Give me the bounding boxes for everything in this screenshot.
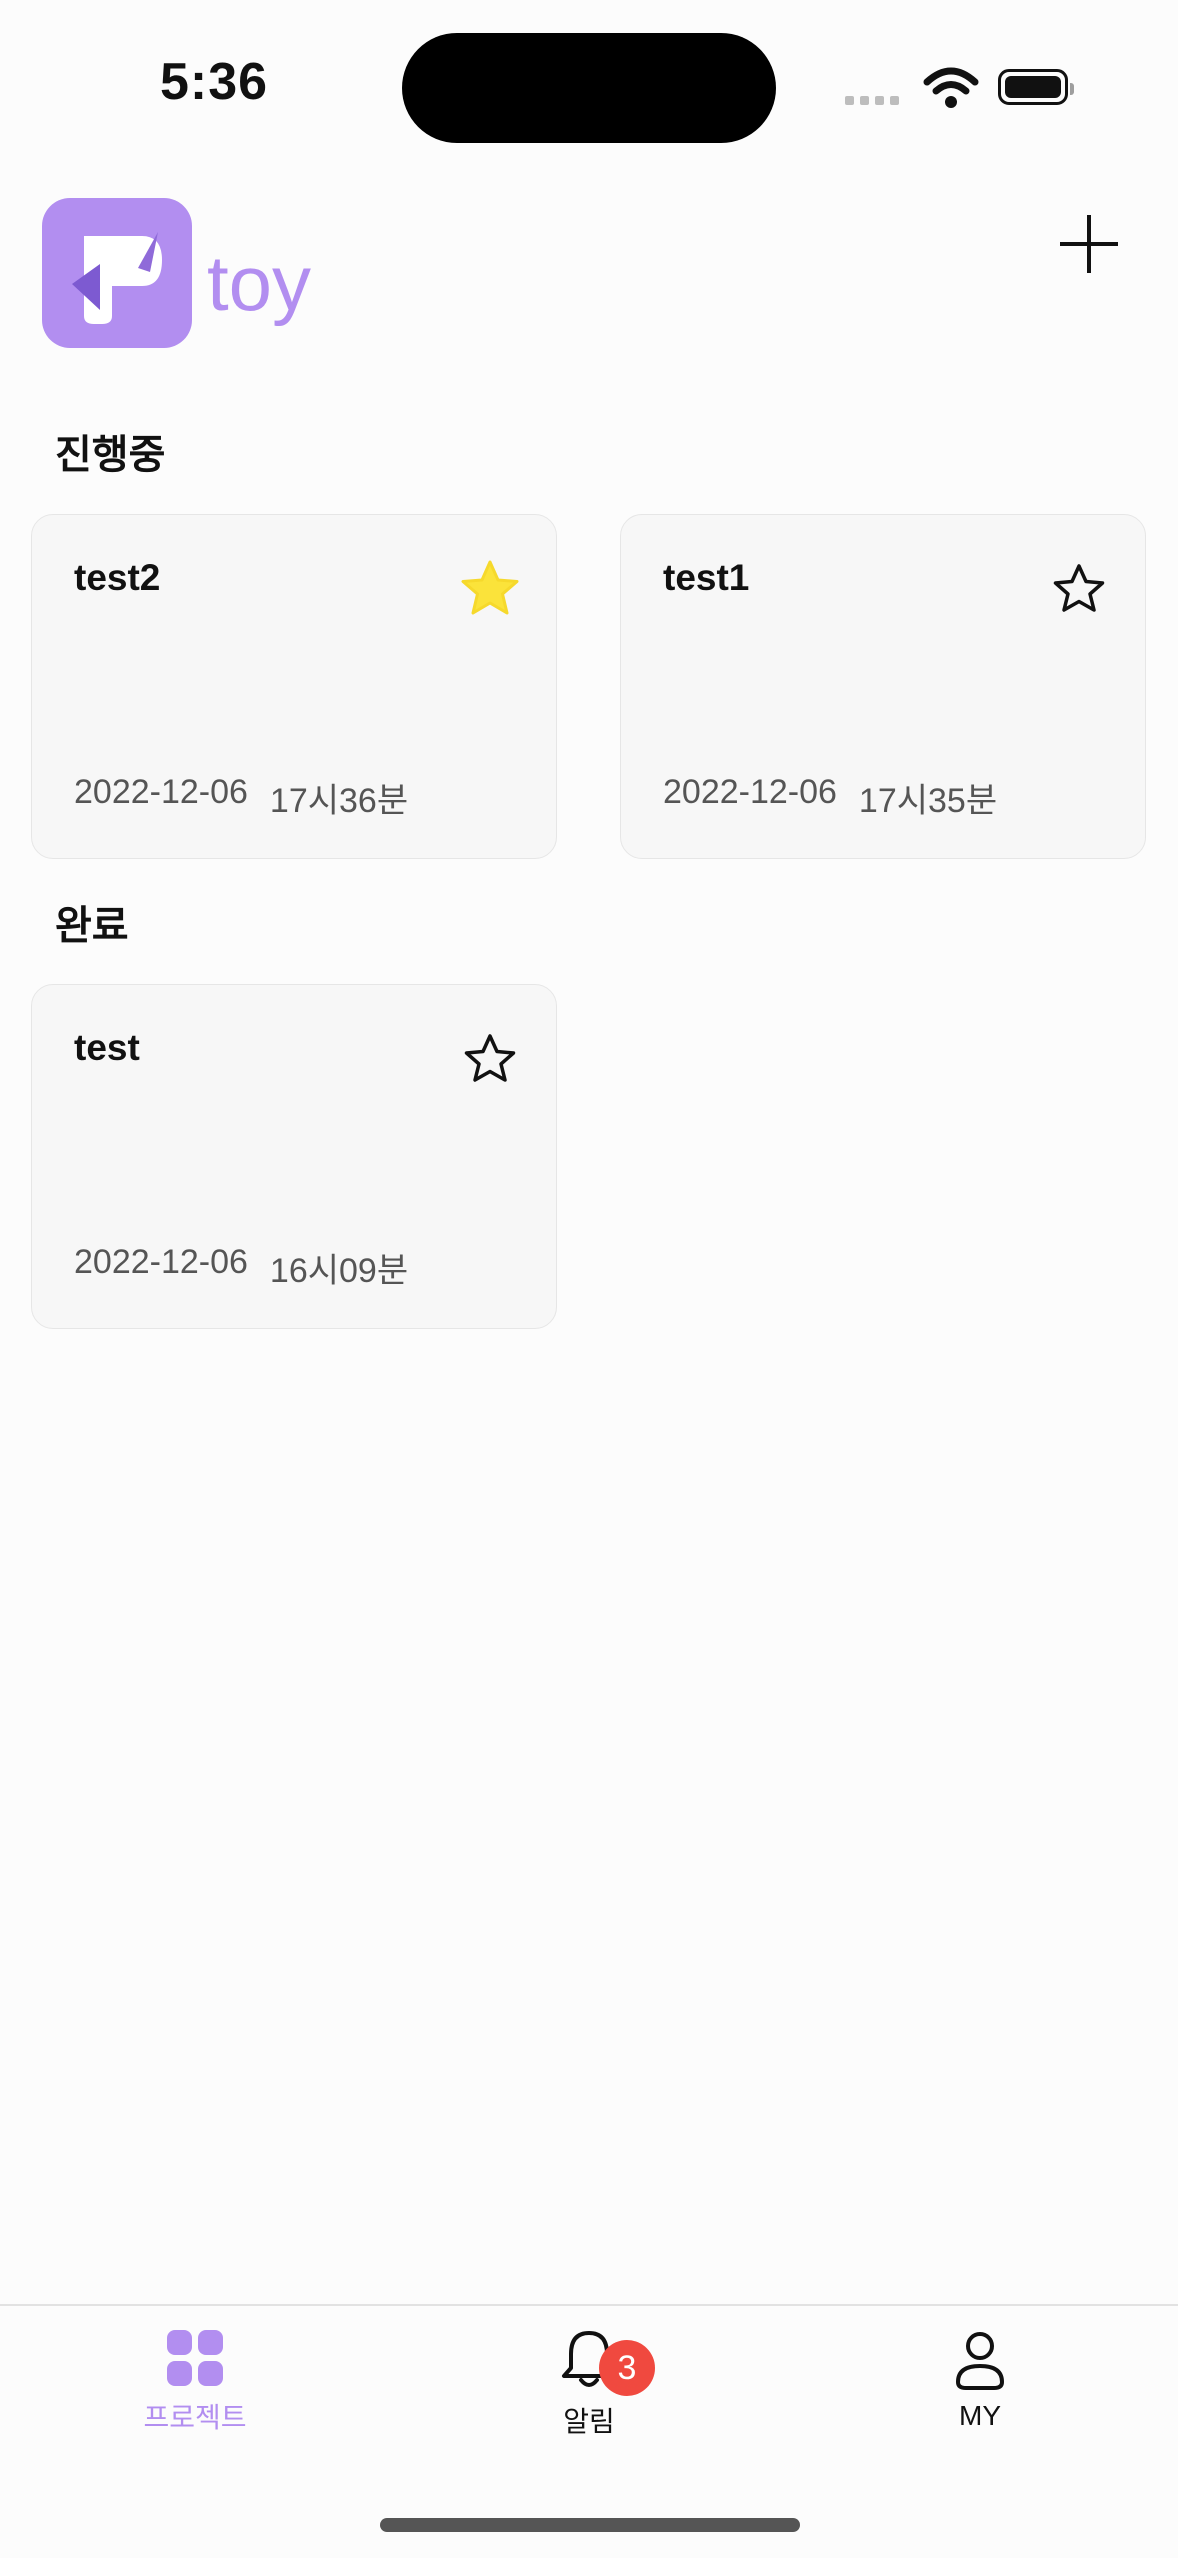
tab-projects[interactable]: 프로젝트 [95, 2328, 295, 2478]
cellular-signal-icon [845, 96, 899, 105]
person-icon [956, 2332, 1004, 2390]
star-outline-icon[interactable] [1047, 557, 1111, 621]
project-timestamp: 2022-12-06 17시36분 [74, 773, 408, 822]
project-time: 16시09분 [269, 1252, 409, 1290]
logo-text: toy [207, 239, 311, 327]
tab-label-my: MY [959, 2400, 1001, 2431]
battery-icon [998, 69, 1074, 105]
project-timestamp: 2022-12-06 16시09분 [74, 1243, 408, 1292]
tab-my[interactable]: MY [880, 2328, 1080, 2478]
section-title-in-progress: 진행중 [55, 433, 166, 477]
tab-label-notifications: 알림 [563, 2406, 615, 2437]
project-time: 17시36분 [269, 782, 409, 820]
project-title: test1 [663, 557, 750, 598]
notification-count-badge: 3 [599, 2340, 655, 2396]
project-date: 2022-12-06 [74, 773, 248, 811]
tab-label-projects: 프로젝트 [143, 2402, 247, 2433]
wifi-icon [923, 67, 979, 108]
project-title: test2 [74, 557, 161, 598]
section-title-completed: 완료 [55, 904, 129, 948]
star-filled-icon[interactable] [458, 557, 522, 621]
project-title: test [74, 1027, 140, 1068]
status-time: 5:36 [160, 53, 269, 111]
tab-notifications[interactable]: 3 알림 [489, 2328, 689, 2478]
star-outline-icon[interactable] [458, 1027, 522, 1091]
app-logo: toy [42, 198, 342, 353]
project-date: 2022-12-06 [74, 1243, 248, 1281]
project-time: 17시35분 [858, 782, 998, 820]
project-card[interactable]: test1 2022-12-06 17시35분 [620, 514, 1146, 859]
project-card[interactable]: test2 2022-12-06 17시36분 [31, 514, 557, 859]
status-bar: 5:36 [0, 0, 1178, 150]
project-timestamp: 2022-12-06 17시35분 [663, 773, 997, 822]
home-indicator[interactable] [380, 2518, 800, 2532]
dynamic-island [402, 33, 776, 143]
add-project-button[interactable] [1060, 215, 1118, 273]
project-card[interactable]: test 2022-12-06 16시09분 [31, 984, 557, 1329]
project-date: 2022-12-06 [663, 773, 837, 811]
grid-icon [167, 2330, 223, 2386]
